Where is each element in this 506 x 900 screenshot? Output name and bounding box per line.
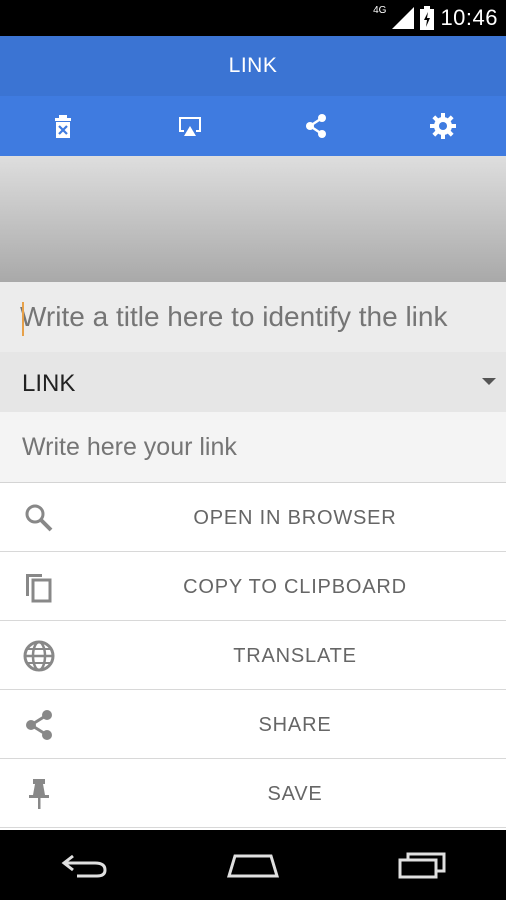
link-field-row [0,412,506,482]
actions-list: OPEN IN BROWSER COPY TO CLIPBOARD TRANSL… [0,482,506,830]
app-header: LINK [0,36,506,96]
back-icon [61,854,107,878]
preview-area [0,156,506,282]
globe-icon [22,639,56,673]
status-indicators: 4G 10:46 [373,0,498,36]
link-input[interactable] [22,428,488,466]
translate-label: TRANSLATE [233,645,357,667]
pin-icon [22,777,56,811]
copy-to-clipboard-button[interactable]: COPY TO CLIPBOARD [0,552,506,621]
status-bar: 4G 10:46 [0,0,506,36]
type-dropdown[interactable]: LINK [0,352,506,412]
share-button[interactable]: SHARE [0,690,506,759]
battery-icon [420,6,435,30]
search-icon [22,501,56,535]
page-title: LINK [228,54,278,77]
back-button[interactable] [44,840,124,890]
clock: 10:46 [440,5,498,30]
translate-button[interactable]: TRANSLATE [0,621,506,690]
open-in-browser-button[interactable]: OPEN IN BROWSER [0,483,506,552]
save-button[interactable]: SAVE [0,759,506,828]
share-label: SHARE [258,714,332,736]
home-icon [226,854,280,878]
recents-button[interactable] [382,840,462,890]
save-label: SAVE [267,783,323,805]
title-input[interactable] [20,296,486,338]
share-icon [22,708,56,742]
cast-icon [178,117,201,136]
copy-icon [22,570,56,604]
toolbar [0,96,506,156]
system-nav-bar [0,830,506,900]
delete-icon [55,115,72,138]
home-button[interactable] [213,840,293,890]
share-toolbar-button[interactable] [253,96,380,156]
network-type: 4G [373,4,387,16]
title-field-row [0,282,506,352]
text-cursor [22,302,24,336]
dropdown-arrow-icon [482,378,496,385]
cast-button[interactable] [127,96,254,156]
signal-icon [392,7,415,29]
copy-to-clipboard-label: COPY TO CLIPBOARD [183,576,407,598]
type-selected-value: LINK [22,370,76,397]
share-icon [306,114,327,138]
settings-button[interactable] [380,96,506,156]
gear-icon [429,113,456,139]
open-in-browser-label: OPEN IN BROWSER [193,507,397,529]
recents-icon [398,852,446,879]
delete-button[interactable] [0,96,127,156]
